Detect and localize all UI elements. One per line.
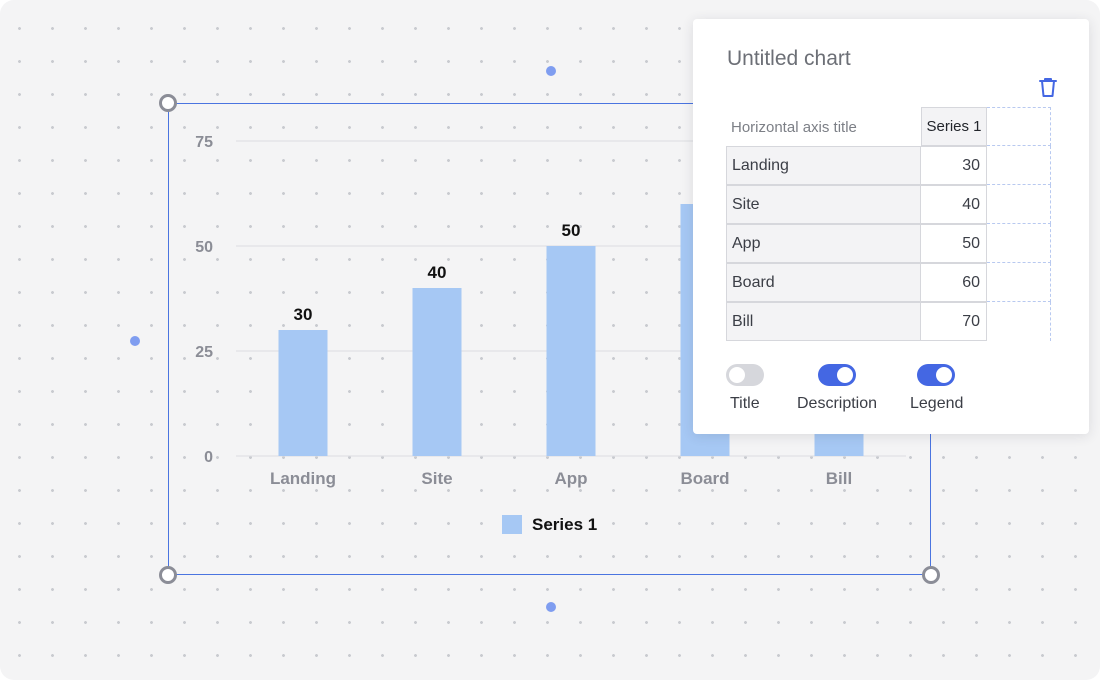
chart-editor-panel: Untitled chart Horizontal axis title Ser… xyxy=(693,19,1089,434)
row-label-cell[interactable]: App xyxy=(726,224,921,263)
canvas-board[interactable]: 0255075 LandingSiteAppBoardBill 30405060… xyxy=(0,0,1100,680)
connector-dot-left[interactable] xyxy=(130,336,140,346)
connector-dot-top[interactable] xyxy=(546,66,556,76)
trash-icon[interactable] xyxy=(1037,76,1059,98)
row-label-cell[interactable]: Landing xyxy=(726,146,921,185)
row-value-cell[interactable]: 60 xyxy=(921,263,987,302)
empty-cell[interactable] xyxy=(987,263,1051,302)
description-toggle[interactable] xyxy=(818,364,856,386)
series-header-cell[interactable]: Series 1 xyxy=(921,107,987,146)
row-label-cell[interactable]: Board xyxy=(726,263,921,302)
title-toggle[interactable] xyxy=(726,364,764,386)
description-toggle-label: Description xyxy=(797,395,878,412)
empty-cell[interactable] xyxy=(987,302,1051,341)
resize-handle-top-left[interactable] xyxy=(159,94,177,112)
legend-toggle[interactable] xyxy=(917,364,955,386)
row-value-cell[interactable]: 40 xyxy=(921,185,987,224)
empty-header-cell[interactable] xyxy=(987,107,1051,146)
row-value-cell[interactable]: 70 xyxy=(921,302,987,341)
empty-cell[interactable] xyxy=(987,146,1051,185)
connector-dot-bottom[interactable] xyxy=(546,602,556,612)
resize-handle-bottom-right[interactable] xyxy=(922,566,940,584)
resize-handle-bottom-left[interactable] xyxy=(159,566,177,584)
chart-title-field[interactable]: Untitled chart xyxy=(727,47,851,71)
horizontal-axis-title-field[interactable]: Horizontal axis title xyxy=(731,119,857,136)
empty-cell[interactable] xyxy=(987,224,1051,263)
toggle-knob xyxy=(729,367,745,383)
toggle-knob xyxy=(837,367,853,383)
empty-cell[interactable] xyxy=(987,185,1051,224)
row-value-cell[interactable]: 50 xyxy=(921,224,987,263)
title-toggle-label: Title xyxy=(730,395,760,412)
legend-toggle-label: Legend xyxy=(910,395,964,412)
toggle-knob xyxy=(936,367,952,383)
row-label-cell[interactable]: Site xyxy=(726,185,921,224)
row-value-cell[interactable]: 30 xyxy=(921,146,987,185)
row-label-cell[interactable]: Bill xyxy=(726,302,921,341)
